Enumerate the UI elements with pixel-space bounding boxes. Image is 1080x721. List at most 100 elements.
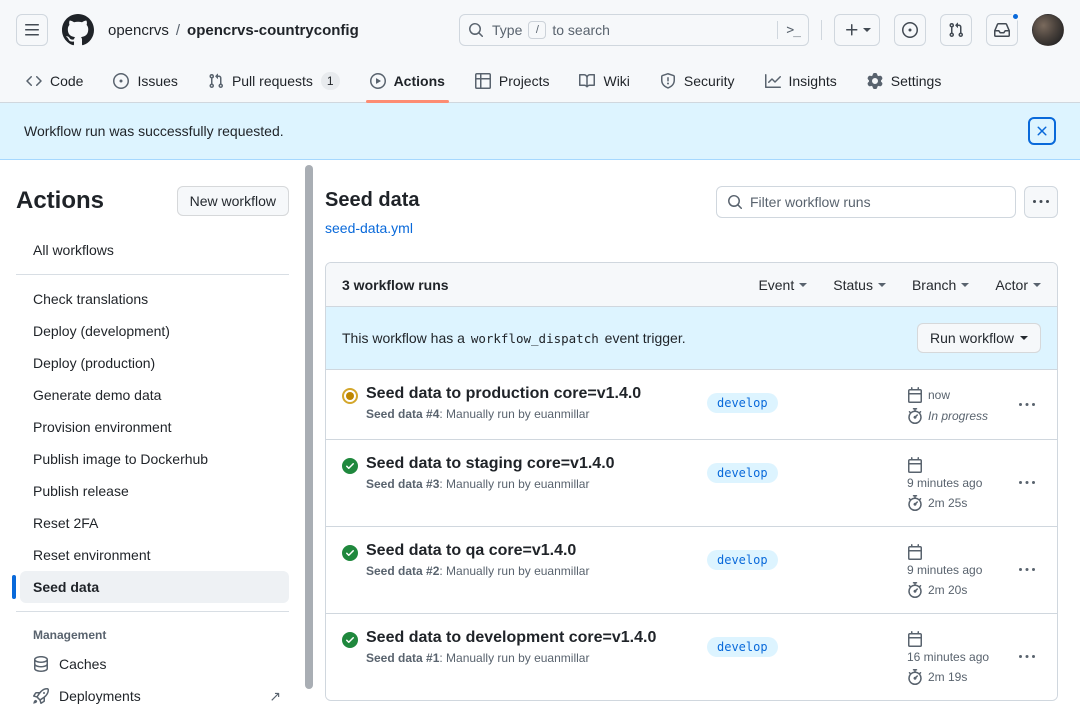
run-options-button[interactable]: [1011, 542, 1043, 598]
user-avatar[interactable]: [1032, 14, 1064, 46]
workflow-dispatch-notice: This workflow has a workflow_dispatch ev…: [326, 307, 1057, 370]
branch-badge[interactable]: develop: [707, 637, 778, 657]
github-logo-icon[interactable]: [62, 14, 94, 46]
tab-issues[interactable]: Issues: [103, 60, 187, 102]
sidebar-item-provision-environment[interactable]: Provision environment: [20, 411, 289, 443]
content-area: Actions New workflow All workflows Check…: [0, 160, 1080, 721]
filter-workflow-runs-box: [716, 186, 1016, 218]
sidebar-item-label: Publish release: [33, 483, 129, 499]
tab-label: Actions: [394, 73, 445, 89]
inbox-button[interactable]: [986, 14, 1018, 46]
flash-message: Workflow run was successfully requested.: [24, 123, 284, 139]
workflow-run-row: Seed data to staging core=v1.4.0 Seed da…: [326, 440, 1057, 527]
sidebar-item-label: Caches: [59, 656, 106, 672]
code-icon: [26, 73, 42, 89]
sidebar-item-generate-demo-data[interactable]: Generate demo data: [20, 379, 289, 411]
run-title-link[interactable]: Seed data to production core=v1.4.0: [366, 385, 697, 403]
actor-filter-dropdown[interactable]: Actor: [995, 277, 1041, 293]
sidebar-item-deployments[interactable]: Deployments ↗: [20, 680, 289, 712]
branch-filter-dropdown[interactable]: Branch: [912, 277, 969, 293]
global-search-input[interactable]: Type / to search >_: [459, 14, 809, 46]
book-icon: [579, 73, 595, 89]
issues-header-button[interactable]: [894, 14, 926, 46]
event-filter-dropdown[interactable]: Event: [758, 277, 807, 293]
status-filter-dropdown[interactable]: Status: [833, 277, 886, 293]
tab-label: Projects: [499, 73, 550, 89]
kebab-icon: [1019, 475, 1035, 491]
tab-actions[interactable]: Actions: [360, 60, 455, 102]
calendar-icon: [907, 631, 923, 647]
filter-workflow-runs-input[interactable]: [750, 194, 1005, 210]
run-title-link[interactable]: Seed data to qa core=v1.4.0: [366, 542, 697, 560]
run-options-button[interactable]: [1011, 629, 1043, 685]
command-palette-icon[interactable]: >_: [786, 23, 800, 38]
kebab-icon: [1019, 562, 1035, 578]
issue-opened-icon: [902, 22, 918, 38]
run-duration: 2m 20s: [928, 583, 967, 597]
external-link-arrow-icon: ↗: [269, 688, 281, 705]
sidebar-item-all-workflows[interactable]: All workflows: [20, 234, 289, 266]
chevron-down-icon: [1020, 336, 1028, 340]
branch-badge[interactable]: develop: [707, 393, 778, 413]
workflow-file-link[interactable]: seed-data.yml: [325, 220, 413, 236]
stopwatch-icon: [907, 495, 923, 511]
branch-badge[interactable]: develop: [707, 463, 778, 483]
sidebar-item-caches[interactable]: Caches: [20, 648, 289, 680]
new-workflow-button[interactable]: New workflow: [177, 186, 289, 216]
run-duration: 2m 19s: [928, 670, 967, 684]
sidebar-item-check-translations[interactable]: Check translations: [20, 283, 289, 315]
create-new-button[interactable]: [834, 14, 880, 46]
sidebar-title: Actions: [16, 187, 104, 215]
search-icon: [727, 194, 743, 210]
tab-label: Pull requests: [232, 73, 313, 89]
three-bars-icon: [24, 22, 40, 38]
run-workflow-button[interactable]: Run workflow: [917, 323, 1041, 353]
stopwatch-icon: [907, 582, 923, 598]
sidebar-item-reset-environment[interactable]: Reset environment: [20, 539, 289, 571]
tab-settings[interactable]: Settings: [857, 60, 952, 102]
sidebar-item-label: Provision environment: [33, 419, 172, 435]
sidebar-scrollbar[interactable]: [305, 165, 313, 689]
run-title-link[interactable]: Seed data to development core=v1.4.0: [366, 629, 697, 647]
header-divider: [821, 20, 822, 40]
tab-label: Settings: [891, 73, 942, 89]
sidebar-item-publish-image-to-dockerhub[interactable]: Publish image to Dockerhub: [20, 443, 289, 475]
sidebar-item-publish-release[interactable]: Publish release: [20, 475, 289, 507]
tab-projects[interactable]: Projects: [465, 60, 560, 102]
run-description: Seed data #3: Manually run by euanmillar: [366, 477, 697, 491]
run-options-button[interactable]: [1011, 455, 1043, 511]
search-placeholder: Type / to search: [492, 21, 769, 39]
tab-code[interactable]: Code: [16, 60, 93, 102]
shield-icon: [660, 73, 676, 89]
sidebar-item-reset-2fa[interactable]: Reset 2FA: [20, 507, 289, 539]
flash-close-button[interactable]: [1028, 117, 1056, 145]
pull-requests-header-button[interactable]: [940, 14, 972, 46]
tab-insights[interactable]: Insights: [755, 60, 847, 102]
sidebar-item-deploy-development[interactable]: Deploy (development): [20, 315, 289, 347]
calendar-icon: [907, 457, 923, 473]
play-icon: [370, 73, 386, 89]
run-time: now: [928, 388, 950, 402]
chevron-down-icon: [1033, 283, 1041, 287]
tab-wiki[interactable]: Wiki: [569, 60, 639, 102]
hamburger-menu-button[interactable]: [16, 14, 48, 46]
breadcrumb-org-link[interactable]: opencrvs: [108, 22, 169, 39]
sidebar-divider: [16, 274, 289, 275]
run-options-button[interactable]: [1011, 385, 1043, 424]
run-duration: In progress: [928, 409, 988, 423]
main-panel: Seed data seed-data.yml 3 workflow runs …: [305, 160, 1080, 721]
run-time: 9 minutes ago: [907, 476, 1011, 490]
sidebar-item-seed-data[interactable]: Seed data: [20, 571, 289, 603]
tab-pull-requests[interactable]: Pull requests 1: [198, 60, 350, 102]
workflow-options-button[interactable]: [1024, 186, 1058, 218]
sidebar-divider: [16, 611, 289, 612]
breadcrumb-repo-link[interactable]: opencrvs-countryconfig: [187, 22, 359, 39]
tab-security[interactable]: Security: [650, 60, 745, 102]
graph-icon: [765, 73, 781, 89]
sidebar-item-deploy-production[interactable]: Deploy (production): [20, 347, 289, 379]
flash-banner: Workflow run was successfully requested.: [0, 103, 1080, 160]
branch-badge[interactable]: develop: [707, 550, 778, 570]
run-duration: 2m 25s: [928, 496, 967, 510]
sidebar-item-label: Check translations: [33, 291, 148, 307]
run-title-link[interactable]: Seed data to staging core=v1.4.0: [366, 455, 697, 473]
